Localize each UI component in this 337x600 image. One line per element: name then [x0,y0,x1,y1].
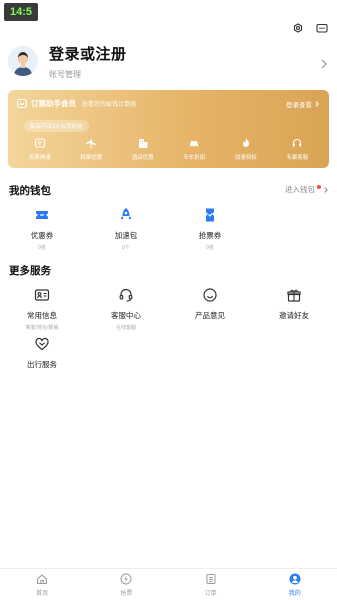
account-subtitle: 账号管理 [49,69,81,79]
vip-perk-label: 专车折扣 [183,155,206,161]
wallet-item-label: 优惠券 [30,231,54,240]
coupon-icon [33,206,51,224]
service-item-sub: 在线客服 [115,325,136,331]
services-title: 更多服务 [9,265,51,277]
wallet-enter-link[interactable]: 进入钱包 [285,184,329,195]
service-item-label: 常用信息 [27,311,57,320]
vip-perk-label: 机票优惠 [80,155,103,161]
flame-icon [242,138,249,147]
services-grid-row-2: 出行服务 [0,335,337,370]
vip-card[interactable]: 订票助手会员 查看您的省钱计算器 登录查看 最高可享9大会员权益 抢票神速 机票… [8,90,329,168]
vip-crown-icon [17,95,27,113]
gift-icon [285,286,303,304]
services-grid-row-1: 常用信息 乘客/地址/报销 客服中心 在线客服 产品意见 邀请好友 [0,286,337,331]
notification-dot [317,184,321,189]
wallet-enter-label: 进入钱包 [285,185,315,194]
order-icon [206,573,216,584]
tab-orders[interactable]: 订单 [169,569,253,600]
vip-perk-ticket[interactable]: 抢票神速 [14,137,66,161]
service-item-label: 客服中心 [111,311,141,320]
wallet-grid: 优惠券 0张 加速包 0个 抢票券 0张 [0,206,337,251]
car-icon [190,141,199,148]
wallet-title: 我的钱包 [9,185,51,197]
wallet-item-count: 0张 [38,245,46,251]
tab-home[interactable]: 首页 [0,569,84,600]
plane-icon [86,138,97,149]
service-item-sub: 乘客/地址/报销 [25,325,59,331]
vip-description: 查看您的省钱计算器 [82,102,137,108]
wallet-item-speedup[interactable]: 加速包 0个 [84,206,168,251]
vip-perk-label: 抢票神速 [28,155,51,161]
login-title[interactable]: 登录或注册 [49,43,319,64]
id-card-icon [33,286,51,304]
smile-icon [201,286,219,304]
tab-mine[interactable]: 我的 [253,569,337,600]
service-item-label: 出行服务 [27,360,57,369]
ticket-icon [201,206,219,224]
avatar[interactable] [8,46,38,76]
chevron-right-icon [324,186,328,193]
wallet-item-count: 0张 [206,245,214,251]
top-actions [291,22,329,36]
status-time: 14:5 [4,3,38,21]
vip-perk-flight[interactable]: 机票优惠 [66,137,118,161]
settings-icon[interactable] [291,22,305,36]
vip-perk-hotel[interactable]: 酒店优惠 [117,137,169,161]
vip-benefit-pill: 最高可享9大会员权益 [24,120,89,132]
wallet-item-label: 加速包 [114,231,138,240]
vip-login-link[interactable]: 登录查看 [286,99,320,109]
heart-icon [33,335,51,353]
bottom-tab-bar: 首页 抢票 订单 我的 [0,568,337,600]
tab-grab-ticket[interactable]: 抢票 [84,569,168,600]
home-icon [37,573,48,584]
service-item-label: 邀请好友 [279,311,309,320]
service-item-support[interactable]: 客服中心 在线客服 [84,286,168,331]
message-icon[interactable] [315,22,329,36]
wallet-item-coupon[interactable]: 优惠券 0张 [0,206,84,251]
vip-perk-car[interactable]: 专车折扣 [169,137,221,161]
vip-perk-label: 专属客服 [286,155,309,161]
vip-perk-label: 酒店优惠 [131,155,154,161]
wallet-item-ticket-voucher[interactable]: 抢票券 0张 [168,206,252,251]
hotel-icon [138,139,148,148]
tab-label: 首页 [36,590,49,597]
wallet-item-count: 0个 [122,245,130,251]
tab-label: 我的 [288,590,301,597]
chevron-right-icon[interactable] [319,56,329,69]
service-item-travel[interactable]: 出行服务 [0,335,84,370]
service-item-info[interactable]: 常用信息 乘客/地址/报销 [0,286,84,331]
headset-icon [117,286,135,304]
vip-perk-label: 加速特权 [234,155,257,161]
wallet-item-label: 抢票券 [198,231,222,240]
profile-header[interactable]: 登录或注册 账号管理 [8,40,329,82]
vip-login-label: 登录查看 [286,101,312,109]
vip-perk-service[interactable]: 专属客服 [272,137,324,161]
vip-title: 订票助手会员 [31,99,76,108]
vip-perks: 抢票神速 机票优惠 酒店优惠 专车折扣 加速特权 专属客服 [8,137,329,161]
tab-label: 订单 [204,590,217,597]
ticket-fast-icon [34,138,45,148]
lightning-icon [120,573,132,584]
rocket-icon [117,206,135,224]
user-icon [289,573,301,584]
chevron-right-icon [315,100,319,107]
service-item-feedback[interactable]: 产品意见 [168,286,252,331]
headset-icon [293,138,302,147]
service-item-invite[interactable]: 邀请好友 [252,286,336,331]
tab-label: 抢票 [120,590,133,597]
service-item-label: 产品意见 [195,311,225,320]
vip-perk-speed[interactable]: 加速特权 [220,137,272,161]
